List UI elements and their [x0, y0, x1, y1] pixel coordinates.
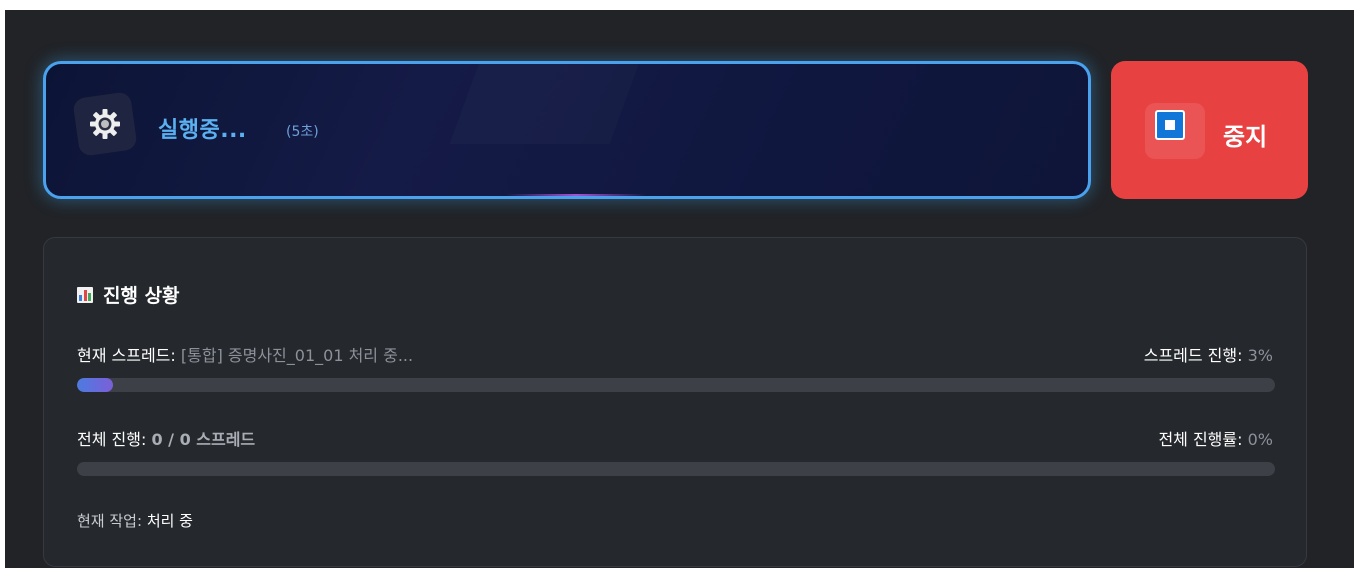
current-spread-row: 현재 스프레드: [통합] 증명사진_01_01 처리 중... [77, 342, 413, 366]
stop-button[interactable]: 중지 [1111, 61, 1308, 199]
current-task-row: 현재 작업: 처리 중 [77, 510, 193, 531]
overall-rate-row: 전체 진행률: 0% [1158, 426, 1273, 450]
spread-progress-value: 3% [1247, 346, 1273, 365]
overall-row: 전체 진행: 0 / 0 스프레드 [77, 426, 255, 450]
app-frame: 실행중... (5초) 중지 진행 상황 현재 스프레드: [통합] 증명사진_… [5, 10, 1354, 568]
spread-progress-bar [77, 378, 1275, 392]
status-banner: 실행중... (5초) [43, 61, 1091, 199]
current-task-value: 처리 중 [146, 512, 193, 530]
progress-title-text: 진행 상황 [103, 285, 180, 307]
overall-progress-bar [77, 462, 1275, 476]
progress-panel: 진행 상황 현재 스프레드: [통합] 증명사진_01_01 처리 중... 스… [43, 237, 1307, 567]
progress-title: 진행 상황 [77, 281, 180, 308]
current-spread-value: [통합] 증명사진_01_01 처리 중... [180, 346, 414, 365]
overall-value: 0 / 0 스프레드 [151, 430, 256, 449]
gear-icon-box [72, 91, 138, 157]
overall-rate-value: 0% [1247, 430, 1273, 449]
elapsed-time: (5초) [286, 124, 319, 140]
spread-progress-row: 스프레드 진행: 3% [1144, 342, 1273, 366]
overall-label: 전체 진행: [77, 430, 147, 449]
spread-progress-label: 스프레드 진행: [1143, 346, 1243, 365]
status-label: 실행중... [158, 118, 247, 143]
current-spread-label: 현재 스프레드: [77, 346, 176, 365]
current-task-label: 현재 작업: [77, 512, 143, 530]
bar-chart-icon [77, 286, 93, 303]
stop-icon [1155, 110, 1185, 140]
stop-icon-wrap [1145, 103, 1205, 159]
overall-rate-label: 전체 진행률: [1158, 430, 1243, 449]
gear-icon [90, 109, 120, 139]
spread-progress-fill [77, 378, 113, 392]
stop-button-label: 중지 [1223, 123, 1268, 151]
